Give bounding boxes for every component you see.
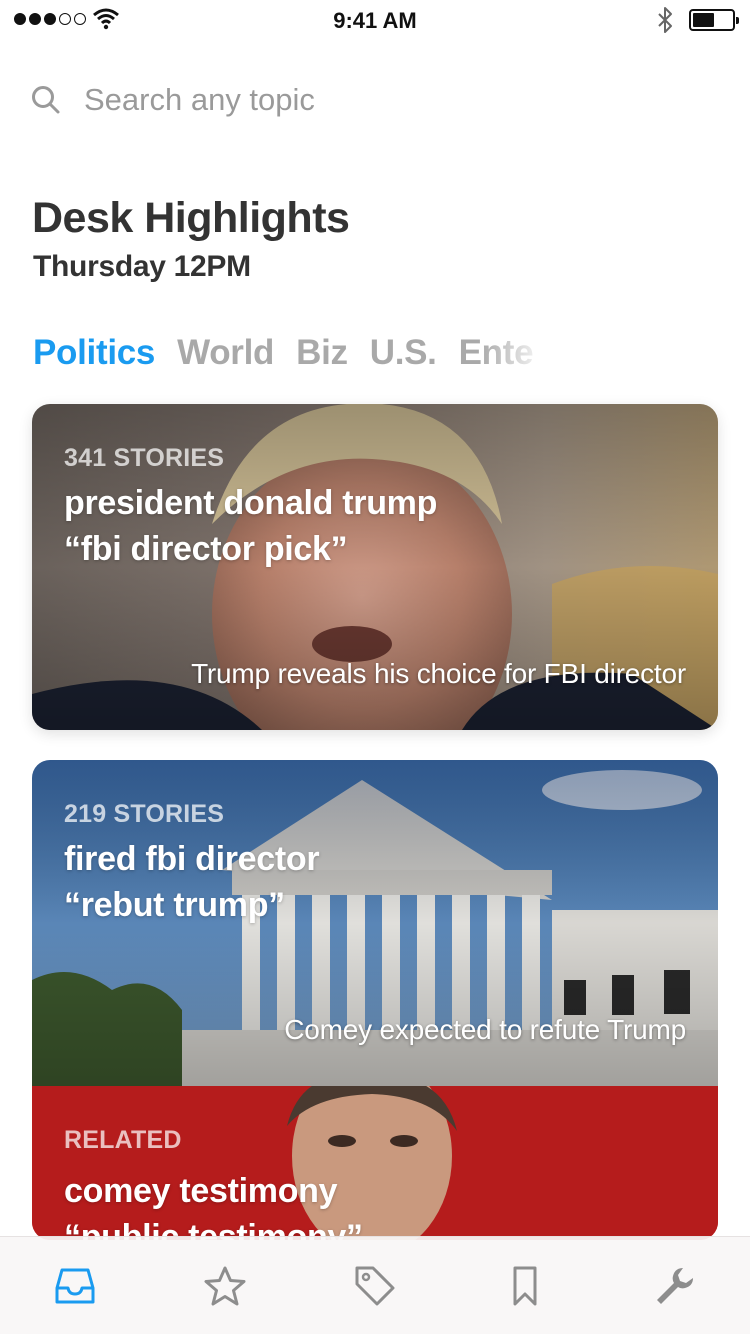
story-caption: Comey expected to refute Trump	[284, 1014, 686, 1045]
tabs-fade-overlay	[480, 333, 560, 379]
story-count: 219 STORIES	[64, 800, 225, 828]
story-headline: president donald trump “fbi director pic…	[64, 480, 437, 572]
page-title: Desk Highlights	[32, 194, 350, 242]
related-story[interactable]: RELATED comey testimony “public testimon…	[32, 1086, 718, 1240]
headline-quote: “rebut trump”	[64, 886, 285, 924]
related-headline: comey testimony “public testimony”	[64, 1168, 363, 1240]
tab-politics[interactable]: Politics	[33, 333, 155, 379]
tag-icon	[355, 1266, 395, 1305]
battery-icon	[689, 9, 739, 31]
wrench-icon	[657, 1267, 693, 1304]
story-card-comey-rebut[interactable]: 219 STORIES fired fbi director “rebut tr…	[32, 760, 718, 1240]
tab-world[interactable]: World	[177, 333, 274, 379]
story-caption: Trump reveals his choice for FBI directo…	[191, 658, 686, 689]
category-tabs: Politics World Biz U.S. Ente	[33, 333, 553, 379]
tab-us[interactable]: U.S.	[370, 333, 437, 379]
star-icon	[204, 1266, 246, 1305]
tabbar-inbox[interactable]	[0, 1237, 150, 1334]
headline-line: comey testimony	[64, 1172, 338, 1210]
headline-line: fired fbi director	[64, 840, 320, 878]
search-bar[interactable]	[30, 78, 720, 122]
headline-quote: “fbi director pick”	[64, 530, 348, 568]
status-time: 9:41 AM	[333, 8, 417, 33]
tabbar-tags[interactable]	[300, 1237, 450, 1334]
search-icon	[32, 86, 60, 114]
search-input[interactable]	[84, 82, 684, 118]
related-label: RELATED	[64, 1126, 182, 1154]
page-subtitle: Thursday 12PM	[33, 250, 251, 283]
bluetooth-icon	[658, 7, 672, 33]
bottom-tab-bar	[0, 1236, 750, 1334]
headline-line: president donald trump	[64, 484, 438, 522]
inbox-icon	[55, 1268, 95, 1303]
tabbar-bookmarks[interactable]	[450, 1237, 600, 1334]
story-count: 341 STORIES	[64, 444, 225, 472]
status-bar: 9:41 AM	[0, 0, 750, 40]
tab-biz[interactable]: Biz	[296, 333, 348, 379]
tabbar-settings[interactable]	[600, 1237, 750, 1334]
bookmark-icon	[513, 1266, 537, 1305]
story-card-trump-fbi-pick[interactable]: 341 STORIES president donald trump “fbi …	[32, 404, 718, 730]
story-headline: fired fbi director “rebut trump”	[64, 836, 320, 928]
tabbar-favorites[interactable]	[150, 1237, 300, 1334]
